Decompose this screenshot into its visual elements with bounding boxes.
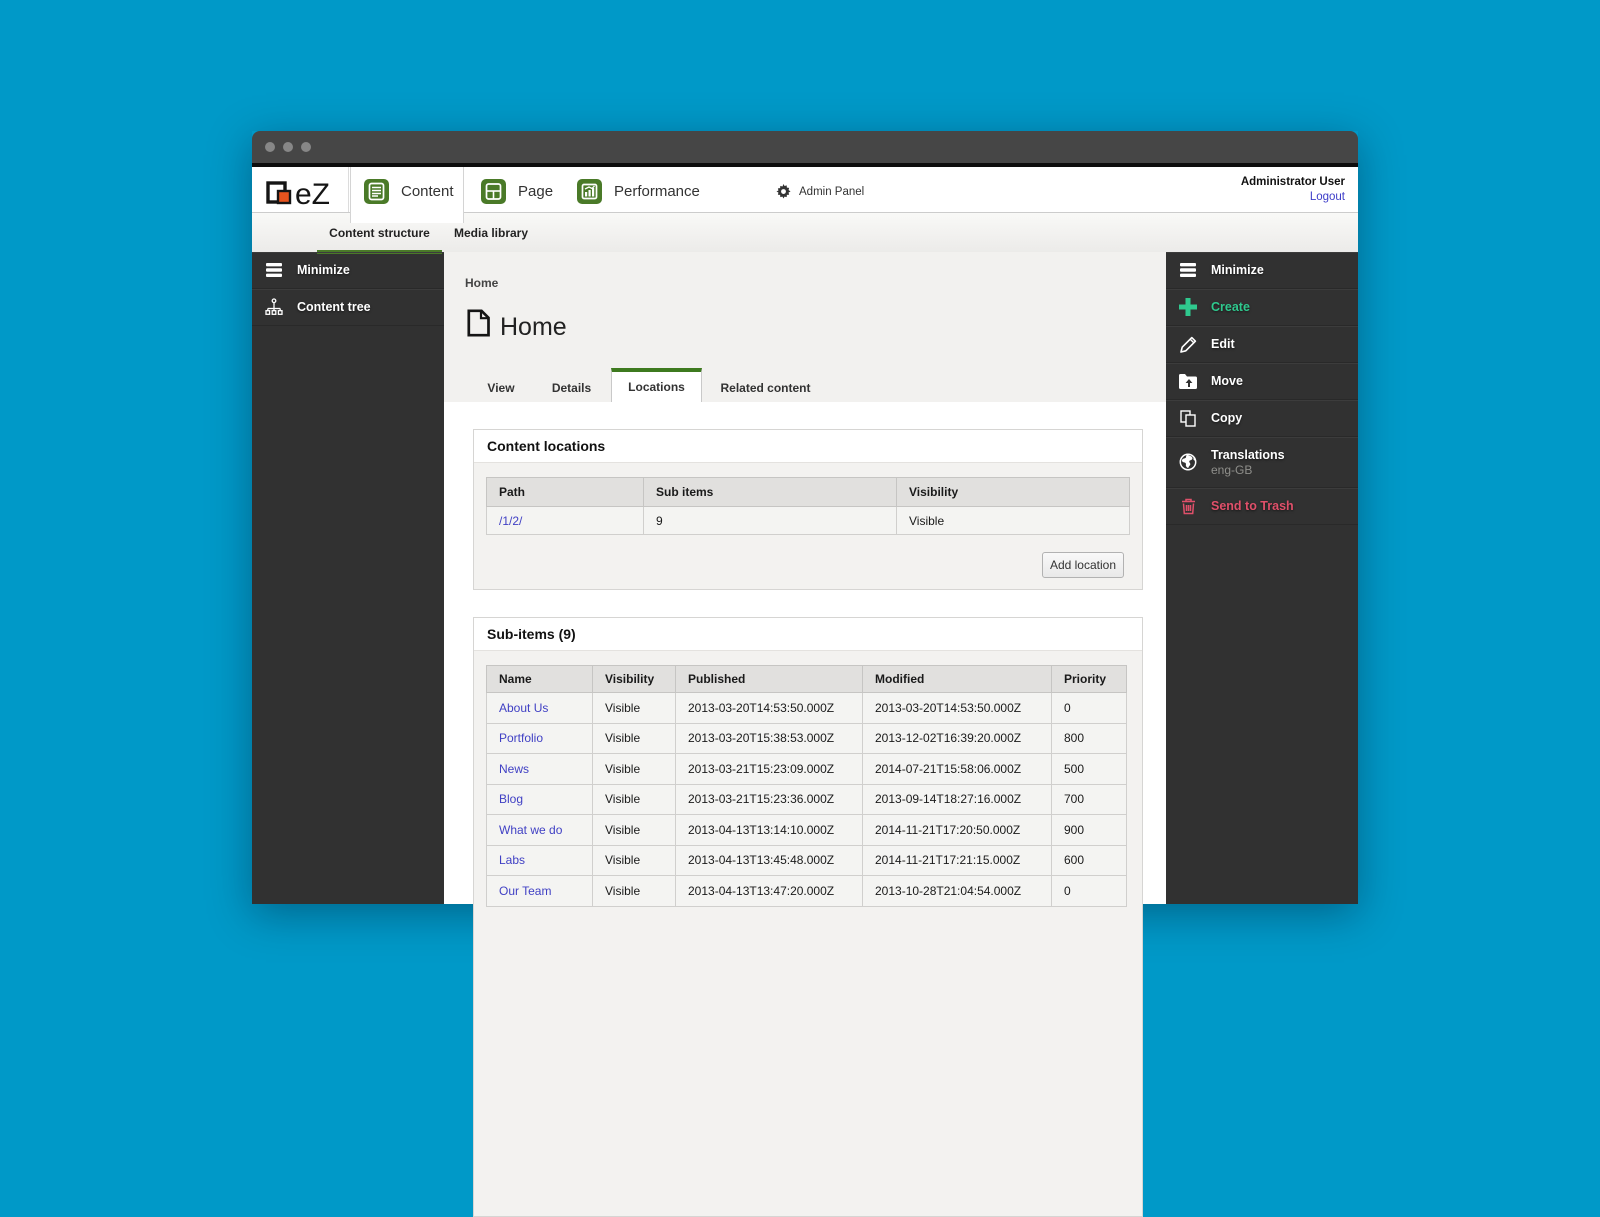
svg-text:eZ: eZ bbox=[295, 180, 330, 210]
